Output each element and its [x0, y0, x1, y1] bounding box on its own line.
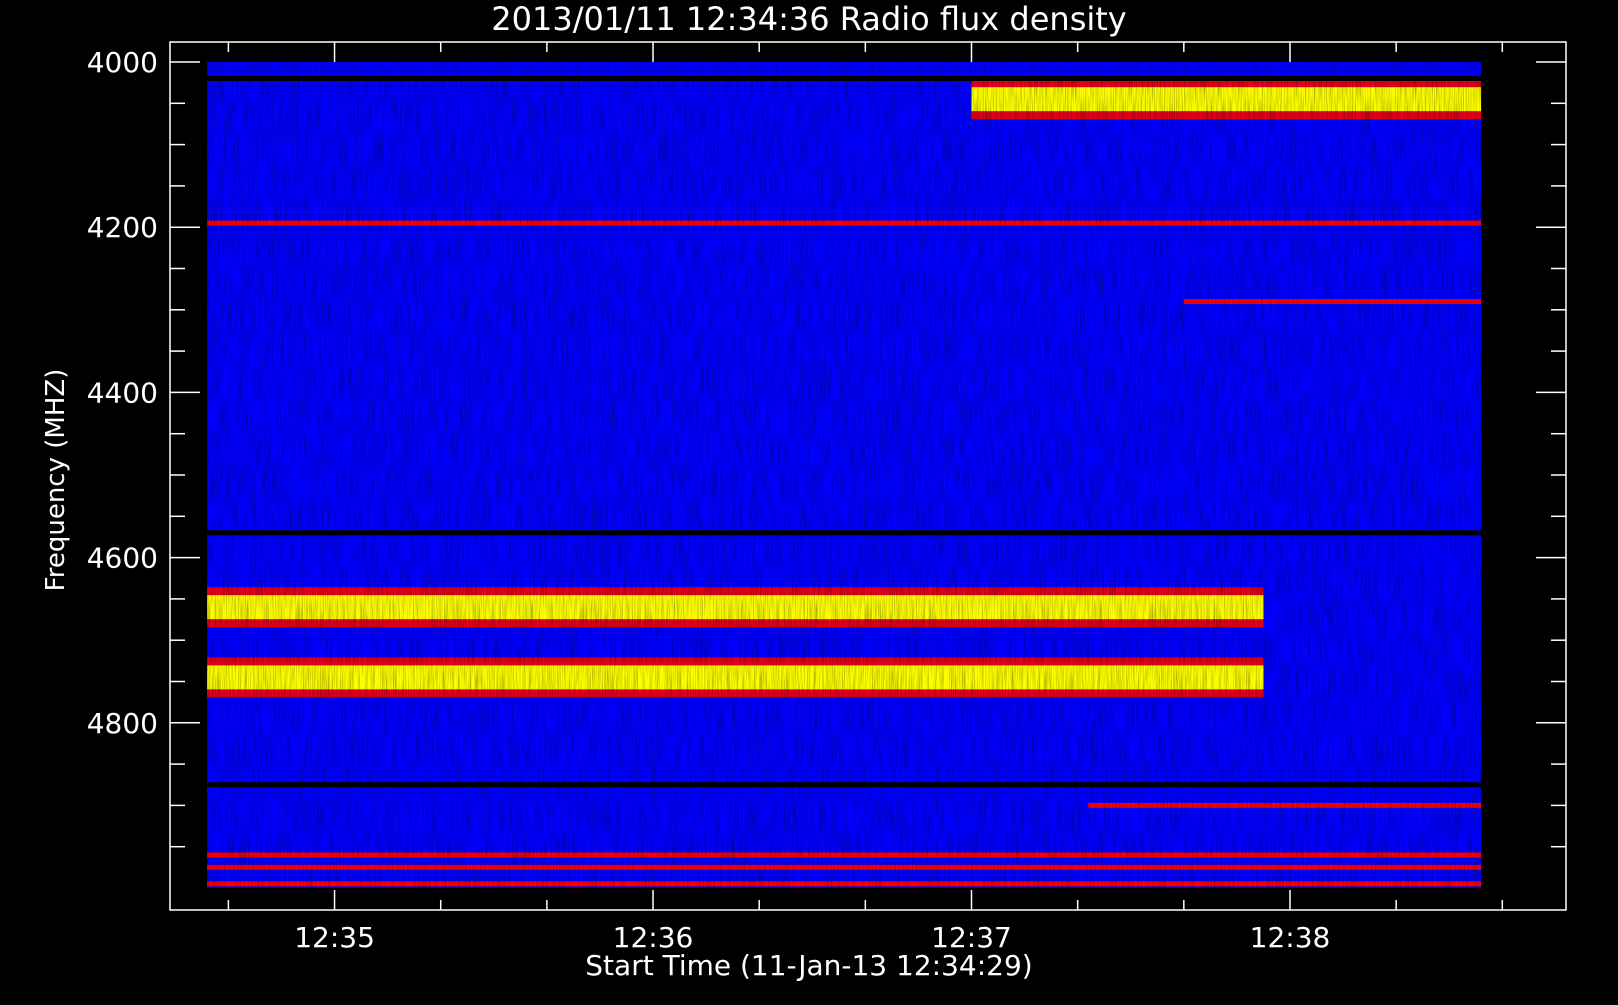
- x-tick-label: 12:38: [1250, 921, 1331, 954]
- plot-area: [207, 62, 1482, 888]
- x-tick-label: 12:35: [294, 921, 375, 954]
- y-tick-label: 4000: [87, 46, 158, 79]
- y-tick-label: 4400: [87, 376, 158, 409]
- chart-title: 2013/01/11 12:34:36 Radio flux density: [491, 0, 1126, 38]
- y-tick-label: 4800: [87, 707, 158, 740]
- y-tick-label: 4200: [87, 211, 158, 244]
- y-tick-label: 4600: [87, 542, 158, 575]
- y-axis-label: Frequency (MHZ): [41, 369, 71, 592]
- spectrogram-noise: [207, 62, 1482, 888]
- chart-svg: 2013/01/11 12:34:36 Radio flux density 1…: [0, 0, 1618, 1000]
- x-axis-label: Start Time (11-Jan-13 12:34:29): [585, 949, 1032, 982]
- spectrogram-chart: 2013/01/11 12:34:36 Radio flux density 1…: [0, 0, 1618, 1000]
